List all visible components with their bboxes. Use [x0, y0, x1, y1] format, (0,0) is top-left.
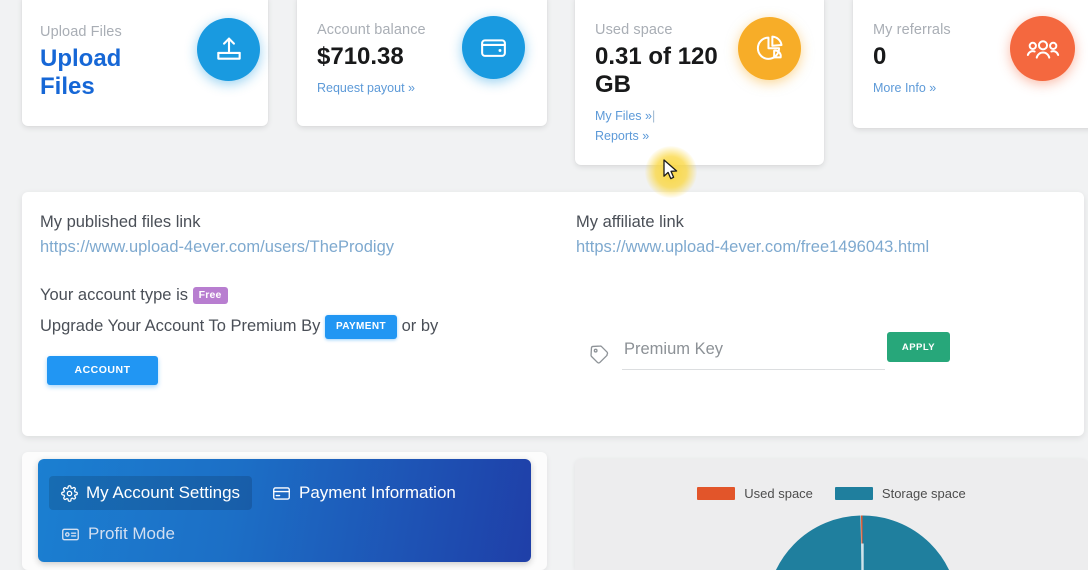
account-type-label: Your account type is	[40, 286, 188, 304]
account-type-badge: Free	[192, 287, 228, 304]
card-id-icon	[61, 525, 80, 544]
premium-key-input[interactable]	[622, 332, 885, 370]
stat-card-used-space[interactable]: Used space 0.31 of 120 GB My Files »| Re…	[575, 0, 824, 165]
pie-chart-icon[interactable]	[738, 17, 801, 80]
legend-label-storage-space: Storage space	[881, 486, 966, 501]
stat-card-links: More Info »	[873, 79, 951, 98]
tag-icon	[589, 344, 610, 370]
upload-icon[interactable]	[197, 18, 260, 81]
tab-label: Payment Information	[299, 483, 456, 502]
gear-icon	[61, 484, 78, 502]
published-files-link[interactable]: https://www.upload-4ever.com/users/ThePr…	[40, 238, 394, 257]
storage-donut-chart[interactable]	[765, 514, 960, 570]
users-icon[interactable]	[1010, 16, 1075, 81]
payment-button[interactable]: PAYMENT	[324, 315, 397, 339]
storage-chart-panel: Used space Storage space	[575, 459, 1088, 570]
tab-profit-mode[interactable]: Profit Mode	[49, 517, 187, 551]
stat-card-upload-files[interactable]: Upload Files Upload Files	[22, 0, 268, 126]
chart-legend: Used space Storage space	[575, 486, 1088, 501]
legend-swatch-storage-space	[834, 487, 873, 500]
tab-payment-information[interactable]: Payment Information	[260, 476, 468, 510]
apply-button[interactable]: APPLY	[887, 332, 950, 362]
upgrade-label: Upgrade Your Account To Premium By	[40, 317, 321, 335]
wallet-icon[interactable]	[462, 16, 525, 79]
credit-card-icon	[272, 484, 291, 503]
request-payout-link[interactable]: Request payout »	[317, 81, 415, 95]
legend-swatch-used-space	[697, 487, 736, 500]
stat-card-value: Upload Files	[40, 45, 122, 101]
account-info-panel: My published files link https://www.uplo…	[22, 192, 1084, 436]
upgrade-row: Upgrade Your Account To Premium By PAYME…	[40, 315, 438, 339]
account-type-row: Your account type is Free	[40, 286, 228, 305]
legend-label-used-space: Used space	[744, 486, 813, 501]
tab-label: Profit Mode	[88, 524, 175, 543]
my-files-link[interactable]: My Files »	[595, 109, 652, 123]
published-files-heading: My published files link	[40, 213, 201, 231]
legend-item-used-space[interactable]: Used space	[697, 486, 813, 501]
tab-label: My Account Settings	[86, 483, 241, 502]
link-separator: |	[651, 109, 656, 124]
affiliate-link[interactable]: https://www.upload-4ever.com/free1496043…	[576, 238, 929, 257]
account-balance-button[interactable]: ACCOUNT BALANCE	[47, 356, 158, 405]
account-tabs-panel: My Account Settings Payment Information	[38, 459, 531, 562]
stat-card-label: My referrals	[873, 22, 951, 38]
stat-card-value: 0	[873, 43, 887, 70]
stat-card-my-referrals[interactable]: My referrals 0 More Info »	[853, 0, 1088, 128]
stat-card-account-balance[interactable]: Account balance $710.38 Request payout »	[297, 0, 547, 126]
stat-card-value: 0.31 of 120 GB	[595, 43, 718, 99]
affiliate-link-heading: My affiliate link	[576, 213, 684, 231]
stat-card-label: Used space	[595, 22, 673, 38]
stat-card-label: Upload Files	[40, 24, 122, 40]
stat-card-links: Request payout »	[317, 79, 426, 98]
dashboard-screen: Upload Files Upload Files Account balanc…	[0, 0, 1088, 570]
reports-link[interactable]: Reports »	[595, 129, 649, 143]
stat-card-label: Account balance	[317, 22, 426, 38]
tab-my-account-settings[interactable]: My Account Settings	[49, 476, 253, 510]
stat-card-value: $710.38	[317, 43, 404, 70]
more-info-link[interactable]: More Info »	[873, 81, 936, 95]
stat-card-links: My Files »| Reports »	[595, 107, 723, 146]
legend-item-storage-space[interactable]: Storage space	[834, 486, 966, 501]
upgrade-suffix-label: or by	[401, 317, 439, 335]
